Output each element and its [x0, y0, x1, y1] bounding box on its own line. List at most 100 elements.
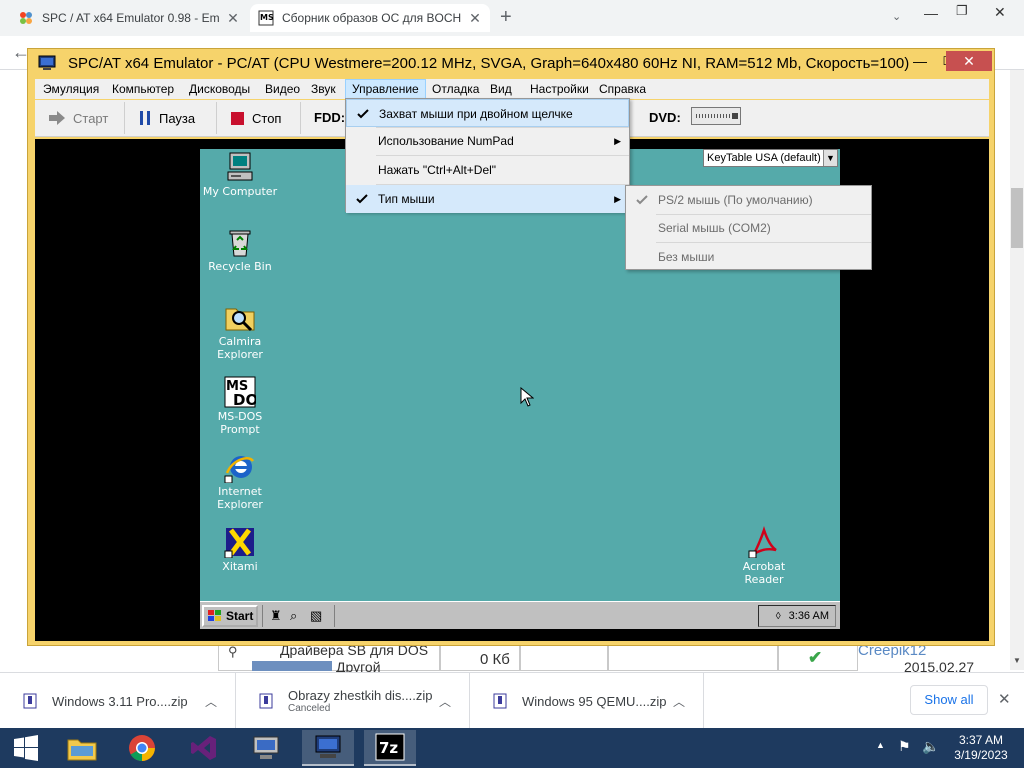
start-button[interactable]: Старт [35, 102, 125, 134]
menu-view[interactable]: Вид [484, 79, 518, 99]
stop-label: Стоп [252, 110, 282, 126]
download-name: Obrazy zhestkih dis....zip [288, 688, 433, 703]
close-icon[interactable]: ✕ [946, 51, 992, 71]
menu-video[interactable]: Видео [259, 79, 306, 99]
svg-text:MS: MS [260, 13, 274, 22]
scrollbar-thumb[interactable] [1011, 188, 1023, 248]
desktop-icon-calmira-explorer[interactable]: Calmira Explorer [200, 301, 280, 361]
icon-label: Internet [218, 485, 262, 498]
browser-tab-images[interactable]: MS Сборник образов ОС для BOCH ✕ [250, 4, 490, 32]
download-button[interactable] [252, 661, 332, 671]
desktop-icon-recycle-bin[interactable]: Recycle Bin [200, 226, 280, 273]
minimize-icon[interactable]: — [924, 5, 938, 21]
start-label: Старт [73, 110, 109, 126]
close-icon[interactable]: ✕ [468, 10, 482, 27]
quick-launch-explorer-icon[interactable]: ⌕ [290, 608, 297, 624]
action-center-icon[interactable]: ⚑ [898, 738, 911, 755]
desktop-icon-ms-dos-prompt[interactable]: MS DOS MS-DOS Prompt [200, 376, 280, 436]
speaker-icon[interactable]: ◊ [776, 611, 781, 622]
menu-item-label: Захват мыши при двойном щелчке [379, 107, 573, 121]
control-menu: Захват мыши при двойном щелчке Использов… [345, 98, 630, 213]
menu-item-label: Без мыши [658, 250, 715, 264]
download-item[interactable]: Windows 3.11 Pro....zip ︿ [0, 673, 236, 729]
taskbar-spc-at-emulator[interactable] [302, 730, 354, 766]
minimize-icon[interactable]: — [906, 51, 934, 71]
downloads-bar: Windows 3.11 Pro....zip ︿ Obrazy zhestki… [0, 672, 1024, 729]
menu-item-numpad[interactable]: Использование NumPad ▶ [346, 127, 629, 155]
menu-drives[interactable]: Дисководы [183, 79, 256, 99]
browser-tab-emulator[interactable]: SPC / AT x64 Emulator 0.98 - Em ✕ [10, 4, 248, 32]
checkmark-icon [356, 194, 368, 204]
taskbar-file-explorer[interactable] [56, 730, 108, 766]
menu-item-ps2-mouse[interactable]: PS/2 мышь (По умолчанию) [626, 186, 871, 214]
menu-item-mouse-capture[interactable]: Захват мыши при двойном щелчке [346, 99, 629, 127]
taskbar-chrome[interactable] [116, 730, 168, 766]
dvd-drive-icon[interactable] [691, 107, 741, 125]
menu-debug[interactable]: Отладка [426, 79, 485, 99]
page-scrollbar[interactable]: ▼ [1010, 70, 1024, 670]
pause-button[interactable]: Пауза [125, 102, 217, 134]
windows-logo-icon [208, 610, 221, 621]
desktop-icon-acrobat-reader[interactable]: Acrobat Reader [724, 526, 804, 586]
taskbar-7zip[interactable]: 7z [364, 730, 416, 766]
quick-launch-icon[interactable]: ♜ [270, 608, 282, 624]
menu-item-label: Использование NumPad [378, 134, 514, 148]
tab-search-icon[interactable]: ⌄ [892, 10, 901, 23]
menu-item-serial-mouse[interactable]: Serial мышь (COM2) [626, 214, 871, 242]
guest-start-button[interactable]: Start [202, 605, 258, 627]
show-all-downloads-button[interactable]: Show all [910, 685, 988, 715]
taskbar-network-app[interactable] [240, 730, 292, 766]
zip-file-icon [23, 693, 37, 709]
menu-sound[interactable]: Звук [305, 79, 342, 99]
menu-settings[interactable]: Настройки [524, 79, 595, 99]
link-icon: ⚲ [228, 644, 238, 659]
keytable-value: KeyTable USA (default) [707, 152, 821, 164]
new-tab-button[interactable]: + [500, 6, 512, 29]
quick-launch-desktop-icon[interactable]: ▧ [310, 608, 322, 624]
desktop-icon-internet-explorer[interactable]: Internet Explorer [200, 451, 280, 511]
download-status: Canceled [288, 703, 331, 714]
show-hidden-icons[interactable]: ▲ [876, 740, 885, 750]
scroll-down-icon[interactable]: ▼ [1013, 656, 1021, 665]
xitami-icon [224, 528, 254, 558]
chevron-up-icon[interactable]: ︿ [673, 693, 685, 710]
menu-item-no-mouse[interactable]: Без мыши [626, 243, 871, 271]
desktop-icon-xitami[interactable]: Xitami [200, 526, 280, 573]
zip-file-icon [493, 693, 507, 709]
close-icon[interactable]: ✕ [226, 10, 240, 27]
guest-taskbar: Start ♜ ⌕ ▧ ◊ 3:36 AM [200, 601, 840, 629]
stop-button[interactable]: Стоп [217, 102, 301, 134]
acrobat-reader-icon [748, 526, 777, 558]
emulator-title-bar[interactable]: SPC/AT x64 Emulator - PC/AT (CPU Westmer… [28, 49, 994, 79]
menu-computer[interactable]: Компьютер [106, 79, 180, 99]
joomla-icon [20, 12, 32, 24]
dropdown-arrow-icon[interactable]: ▼ [823, 150, 837, 166]
keytable-select[interactable]: KeyTable USA (default) ▼ [703, 149, 838, 167]
7zip-icon: 7z [375, 733, 405, 761]
menu-help[interactable]: Справка [593, 79, 652, 99]
close-window-icon[interactable]: ✕ [994, 4, 1006, 21]
chevron-up-icon[interactable]: ︿ [205, 693, 217, 710]
download-name: Windows 95 QEMU....zip [522, 693, 667, 709]
download-item[interactable]: Windows 95 QEMU....zip ︿ [470, 673, 704, 729]
taskbar-clock[interactable]: 3:37 AM 3/19/2023 [948, 733, 1014, 763]
menu-emulation[interactable]: Эмуляция [37, 79, 105, 99]
start-label: Start [226, 609, 254, 623]
windows-start-button[interactable] [0, 730, 52, 766]
submenu-arrow-icon: ▶ [614, 194, 621, 204]
volume-icon[interactable]: 🔈 [922, 738, 939, 755]
menu-control[interactable]: Управление [345, 79, 426, 99]
restore-icon[interactable]: ❐ [956, 3, 968, 19]
desktop-icon-my-computer[interactable]: My Computer [200, 151, 280, 198]
my-computer-icon [227, 152, 253, 181]
menu-item-ctrl-alt-del[interactable]: Нажать "Ctrl+Alt+Del" [346, 156, 629, 184]
icon-label: Xitami [222, 560, 258, 573]
close-downloads-icon[interactable]: ✕ [998, 690, 1011, 708]
taskbar-visual-studio[interactable] [178, 730, 230, 766]
icon-label-2: Prompt [220, 423, 260, 436]
row-size: 0 Кб [480, 651, 510, 668]
icon-label: MS-DOS [217, 410, 263, 423]
menu-item-mouse-type[interactable]: Тип мыши ▶ [346, 185, 629, 213]
chevron-up-icon[interactable]: ︿ [439, 693, 451, 710]
download-item[interactable]: Obrazy zhestkih dis....zip Canceled ︿ [236, 673, 470, 729]
